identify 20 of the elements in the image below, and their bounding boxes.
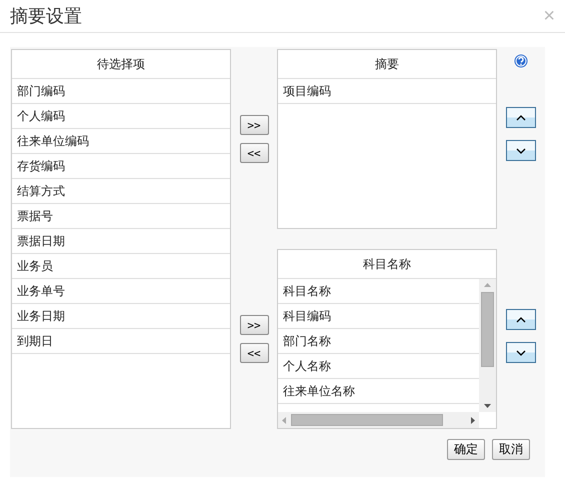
window-title: 摘要设置 <box>10 5 82 28</box>
remove-button[interactable]: << <box>240 143 268 163</box>
move-up-button[interactable] <box>506 107 536 128</box>
chevron-down-icon <box>516 350 526 356</box>
chevron-up-icon <box>516 316 526 322</box>
horizontal-scrollbar[interactable] <box>278 412 479 428</box>
move-down-button[interactable] <box>506 140 536 161</box>
add-button[interactable]: >> <box>240 115 268 135</box>
vertical-scrollbar[interactable] <box>479 279 496 412</box>
confirm-button[interactable]: 确定 <box>447 439 485 460</box>
remove-button[interactable]: << <box>240 343 268 363</box>
add-button[interactable]: >> <box>240 315 268 335</box>
move-up-button[interactable] <box>506 309 536 330</box>
cancel-button[interactable]: 取消 <box>492 439 530 460</box>
move-down-button[interactable] <box>506 342 536 363</box>
scroll-down-arrow-icon[interactable] <box>484 404 491 408</box>
scroll-right-arrow-icon[interactable] <box>471 416 475 424</box>
help-icon[interactable] <box>514 54 528 68</box>
chevron-down-icon <box>516 148 526 154</box>
chevron-up-icon <box>516 114 526 120</box>
